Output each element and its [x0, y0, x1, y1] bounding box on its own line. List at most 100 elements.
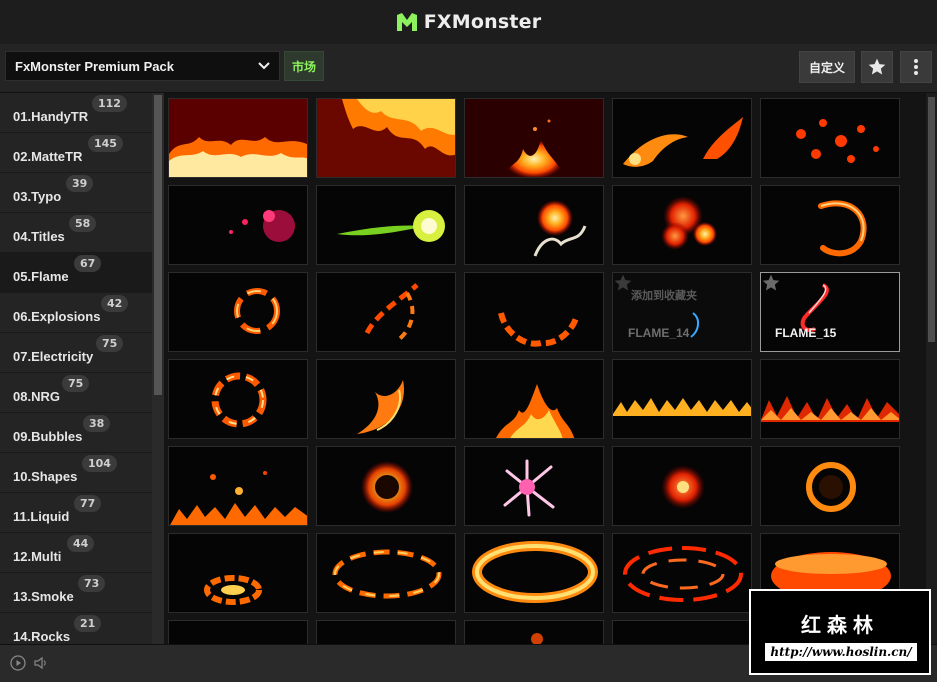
- sidebar-scrollbar[interactable]: [152, 93, 164, 644]
- count-badge: 38: [83, 415, 111, 432]
- sidebar-item-liquid[interactable]: 11.Liquid 77: [0, 493, 152, 533]
- sidebar-item-smoke[interactable]: 13.Smoke 73: [0, 573, 152, 613]
- play-icon[interactable]: [10, 655, 26, 671]
- flame-preview: [623, 117, 743, 167]
- effect-thumbnail[interactable]: [316, 98, 456, 178]
- effect-thumbnail[interactable]: [760, 98, 900, 178]
- sidebar-item-flame[interactable]: 05.Flame 67: [0, 253, 152, 293]
- effect-thumbnail[interactable]: [316, 272, 456, 352]
- flame-preview: [465, 99, 603, 177]
- effect-thumbnail[interactable]: [316, 185, 456, 265]
- sidebar-item-nrg[interactable]: 08.NRG 75: [0, 373, 152, 413]
- effect-thumbnail[interactable]: [464, 359, 604, 439]
- count-badge: 145: [88, 135, 123, 152]
- more-vertical-icon: [914, 59, 918, 75]
- effect-thumbnail[interactable]: [612, 620, 752, 644]
- star-icon[interactable]: [761, 273, 781, 293]
- pack-dropdown[interactable]: FxMonster Premium Pack: [5, 51, 280, 81]
- effect-thumbnail[interactable]: [316, 359, 456, 439]
- effect-thumbnail[interactable]: [316, 446, 456, 526]
- effect-thumbnail[interactable]: [464, 98, 604, 178]
- sidebar-item-label: 11.Liquid: [13, 509, 70, 524]
- effect-thumbnail[interactable]: [168, 359, 308, 439]
- count-badge: 44: [67, 535, 95, 552]
- effect-thumbnail[interactable]: [612, 359, 752, 439]
- grid-scrollbar-thumb[interactable]: [928, 97, 935, 342]
- effect-thumbnail-flame-15[interactable]: FLAME_15: [760, 272, 900, 352]
- flame-preview: [761, 396, 899, 422]
- flame-preview: [170, 471, 307, 525]
- effect-thumbnail[interactable]: [168, 533, 308, 613]
- effect-thumbnail[interactable]: [464, 446, 604, 526]
- effect-thumbnail[interactable]: [316, 620, 456, 644]
- sidebar-item-label: 02.MatteTR: [13, 149, 83, 164]
- effect-thumbnail[interactable]: [612, 185, 752, 265]
- star-icon[interactable]: [613, 273, 633, 293]
- effect-thumbnail[interactable]: [168, 98, 308, 178]
- effect-label: FLAME_15: [775, 326, 837, 340]
- favorites-button[interactable]: [861, 51, 893, 83]
- sidebar-item-label: 13.Smoke: [13, 589, 74, 604]
- effect-thumbnail[interactable]: [464, 533, 604, 613]
- sidebar-item-explosions[interactable]: 06.Explosions 42: [0, 293, 152, 333]
- effects-grid: 添加到收藏夹 FLAME_14 FLAME_15: [164, 93, 926, 644]
- effect-thumbnail[interactable]: [168, 620, 308, 644]
- sidebar-item-label: 08.NRG: [13, 389, 60, 404]
- effect-thumbnail[interactable]: [760, 185, 900, 265]
- more-options-button[interactable]: [900, 51, 932, 83]
- chevron-down-icon: [258, 62, 270, 70]
- volume-icon[interactable]: [33, 655, 49, 671]
- sidebar-item-rocks[interactable]: 14.Rocks 21: [0, 613, 152, 644]
- effect-thumbnail-flame-14[interactable]: 添加到收藏夹 FLAME_14: [612, 272, 752, 352]
- sidebar-item-mattetr[interactable]: 02.MatteTR 145: [0, 133, 152, 173]
- sidebar-scrollbar-thumb[interactable]: [154, 95, 162, 395]
- effect-label: FLAME_14: [628, 326, 690, 340]
- sidebar-item-label: 03.Typo: [13, 189, 62, 204]
- flame-preview: [623, 546, 743, 602]
- sidebar-item-shapes[interactable]: 10.Shapes 104: [0, 453, 152, 493]
- flame-preview: [204, 575, 262, 605]
- flame-preview: [531, 633, 543, 644]
- sidebar-item-multi[interactable]: 12.Multi 44: [0, 533, 152, 573]
- sidebar-item-electricity[interactable]: 07.Electricity 75: [0, 333, 152, 373]
- effect-thumbnail[interactable]: [612, 98, 752, 178]
- effect-thumbnail[interactable]: [168, 446, 308, 526]
- effect-thumbnail[interactable]: [760, 446, 900, 526]
- effect-thumbnail[interactable]: [464, 185, 604, 265]
- sidebar-item-label: 12.Multi: [13, 549, 62, 564]
- effect-thumbnail[interactable]: [464, 620, 604, 644]
- flame-preview: [337, 210, 445, 242]
- effect-thumbnail[interactable]: [612, 446, 752, 526]
- flame-preview: [533, 200, 587, 257]
- count-badge: 75: [96, 335, 124, 352]
- effect-thumbnail[interactable]: [464, 272, 604, 352]
- sidebar-item-handytr[interactable]: 01.HandyTR 112: [0, 93, 152, 133]
- sidebar-item-typo[interactable]: 03.Typo 39: [0, 173, 152, 213]
- effect-thumbnail[interactable]: [612, 533, 752, 613]
- market-button[interactable]: 市场: [284, 51, 324, 81]
- flame-preview: [800, 283, 829, 332]
- flame-preview: [661, 465, 705, 509]
- customize-button[interactable]: 自定义: [799, 51, 855, 83]
- sidebar-item-label: 09.Bubbles: [13, 429, 83, 444]
- count-badge: 73: [78, 575, 106, 592]
- effect-thumbnail[interactable]: [760, 359, 900, 439]
- effect-thumbnail[interactable]: [168, 185, 308, 265]
- flame-preview: [332, 549, 442, 599]
- sidebar-item-bubbles[interactable]: 09.Bubbles 38: [0, 413, 152, 453]
- count-badge: 42: [101, 295, 129, 312]
- flame-preview: [472, 541, 598, 603]
- logo-m-icon: [396, 13, 417, 31]
- flame-preview: [661, 196, 717, 250]
- effect-thumbnail[interactable]: [316, 533, 456, 613]
- add-to-favorites-text: 添加到收藏夹: [631, 289, 697, 302]
- flame-preview: [498, 312, 580, 347]
- flame-preview: [613, 398, 751, 416]
- flame-preview: [503, 459, 555, 517]
- sidebar-item-titles[interactable]: 04.Titles 58: [0, 213, 152, 253]
- grid-scrollbar[interactable]: [926, 93, 937, 644]
- flame-preview: [317, 99, 455, 177]
- flame-preview: [169, 99, 307, 177]
- app-title-fx: FX: [423, 11, 452, 33]
- effect-thumbnail[interactable]: [168, 272, 308, 352]
